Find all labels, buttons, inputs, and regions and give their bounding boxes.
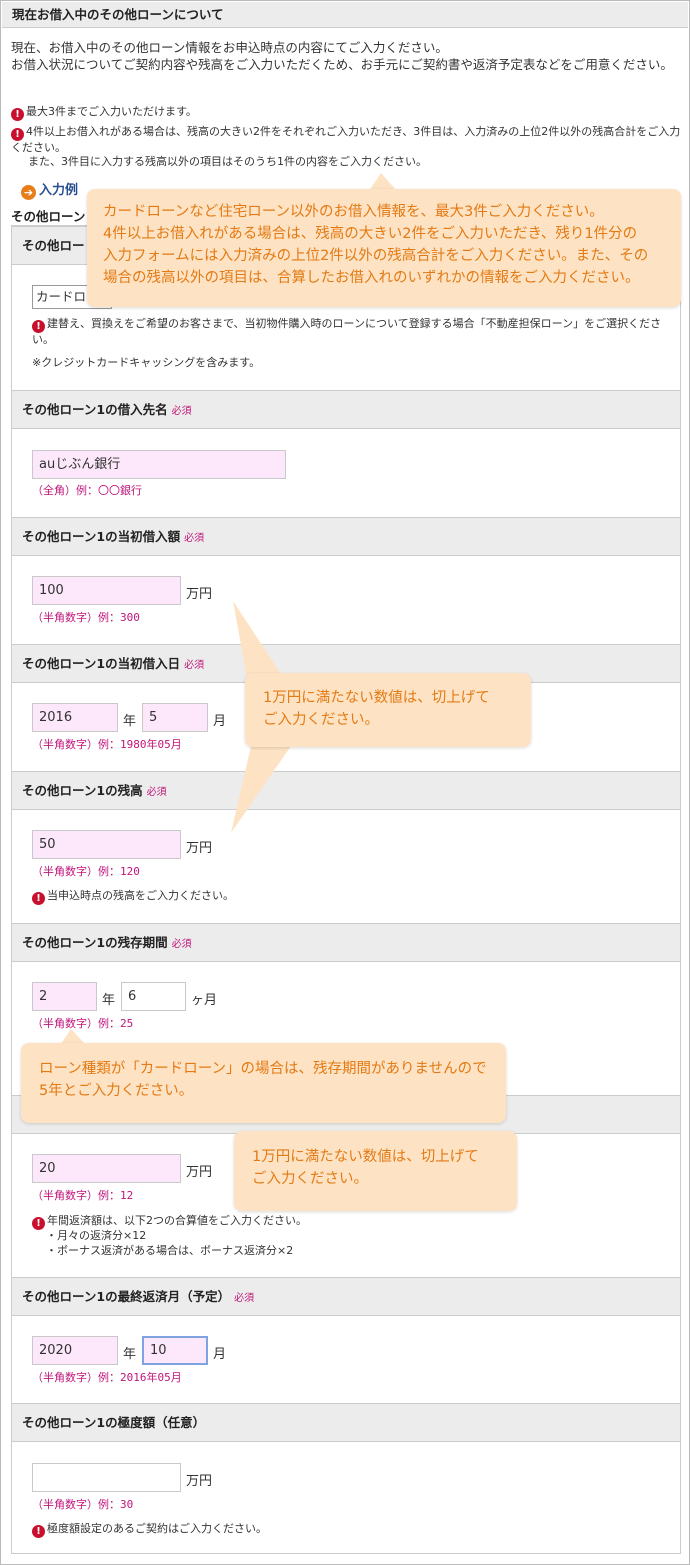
card-loan-callout: ローン種類が「カードローン」の場合は、残存期間がありませんので 5年とご入力くだ… xyxy=(21,1043,506,1123)
top-callout-line-1: カードローンなど住宅ローン以外のお借入情報を、最大3件ご入力ください。 xyxy=(103,204,604,220)
round-up-tail-down xyxy=(231,746,291,833)
card-callout-line-2: 5年とご入力ください。 xyxy=(39,1083,194,1099)
card-callout-tail xyxy=(61,1029,85,1044)
round-up-callout-2: 1万円に満たない数値は、切上げて ご入力ください。 xyxy=(234,1131,517,1211)
top-callout-line-3: 入力フォームには入力済みの上位2件以外の残高合計をご入力ください。また、その xyxy=(103,248,649,264)
card-callout-line-1: ローン種類が「カードローン」の場合は、残存期間がありませんので xyxy=(39,1061,487,1077)
form-frame: 現在お借入中のその他ローンについて 現在、お借入中のその他ローン情報をお申込時点… xyxy=(0,0,690,1565)
top-callout-line-2: 4件以上お借入れがある場合は、残高の大きい2件をご入力いただき、残り1件分の xyxy=(103,226,638,242)
round-up-line-1: 1万円に満たない数値は、切上げて xyxy=(263,690,490,706)
round-up-2-line-2: ご入力ください。 xyxy=(252,1171,368,1187)
round-up-line-2: ご入力ください。 xyxy=(263,712,379,728)
top-callout-line-4: 場合の残高以外の項目は、合算したお借入れのいずれかの情報をご入力ください。 xyxy=(103,270,640,286)
round-up-callout: 1万円に満たない数値は、切上げて ご入力ください。 xyxy=(245,673,531,747)
round-up-2-line-1: 1万円に満たない数値は、切上げて xyxy=(252,1149,479,1165)
top-callout: カードローンなど住宅ローン以外のお借入情報を、最大3件ご入力ください。 4件以上… xyxy=(87,189,681,307)
